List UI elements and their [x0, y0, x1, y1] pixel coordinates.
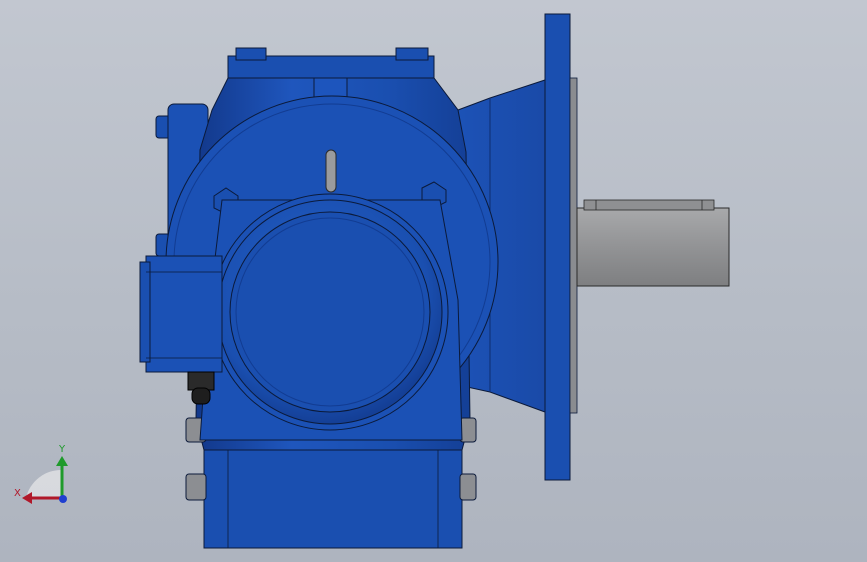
terminal-box: [139, 255, 223, 405]
x-axis-label: X: [14, 488, 21, 499]
y-axis-label: Y: [58, 444, 66, 455]
motor-adapter: [199, 193, 463, 441]
x-axis-arrow-icon: [22, 492, 32, 504]
y-axis-arrow-icon: [56, 456, 68, 466]
orientation-triad: Y X: [12, 440, 76, 510]
cad-viewport[interactable]: Y X: [0, 0, 867, 562]
output-shaft: [576, 199, 730, 287]
output-flange: [544, 13, 578, 481]
z-axis-dot-icon: [59, 495, 67, 503]
triad-graphic: Y X: [14, 444, 68, 504]
gearbox-model[interactable]: [0, 0, 867, 562]
